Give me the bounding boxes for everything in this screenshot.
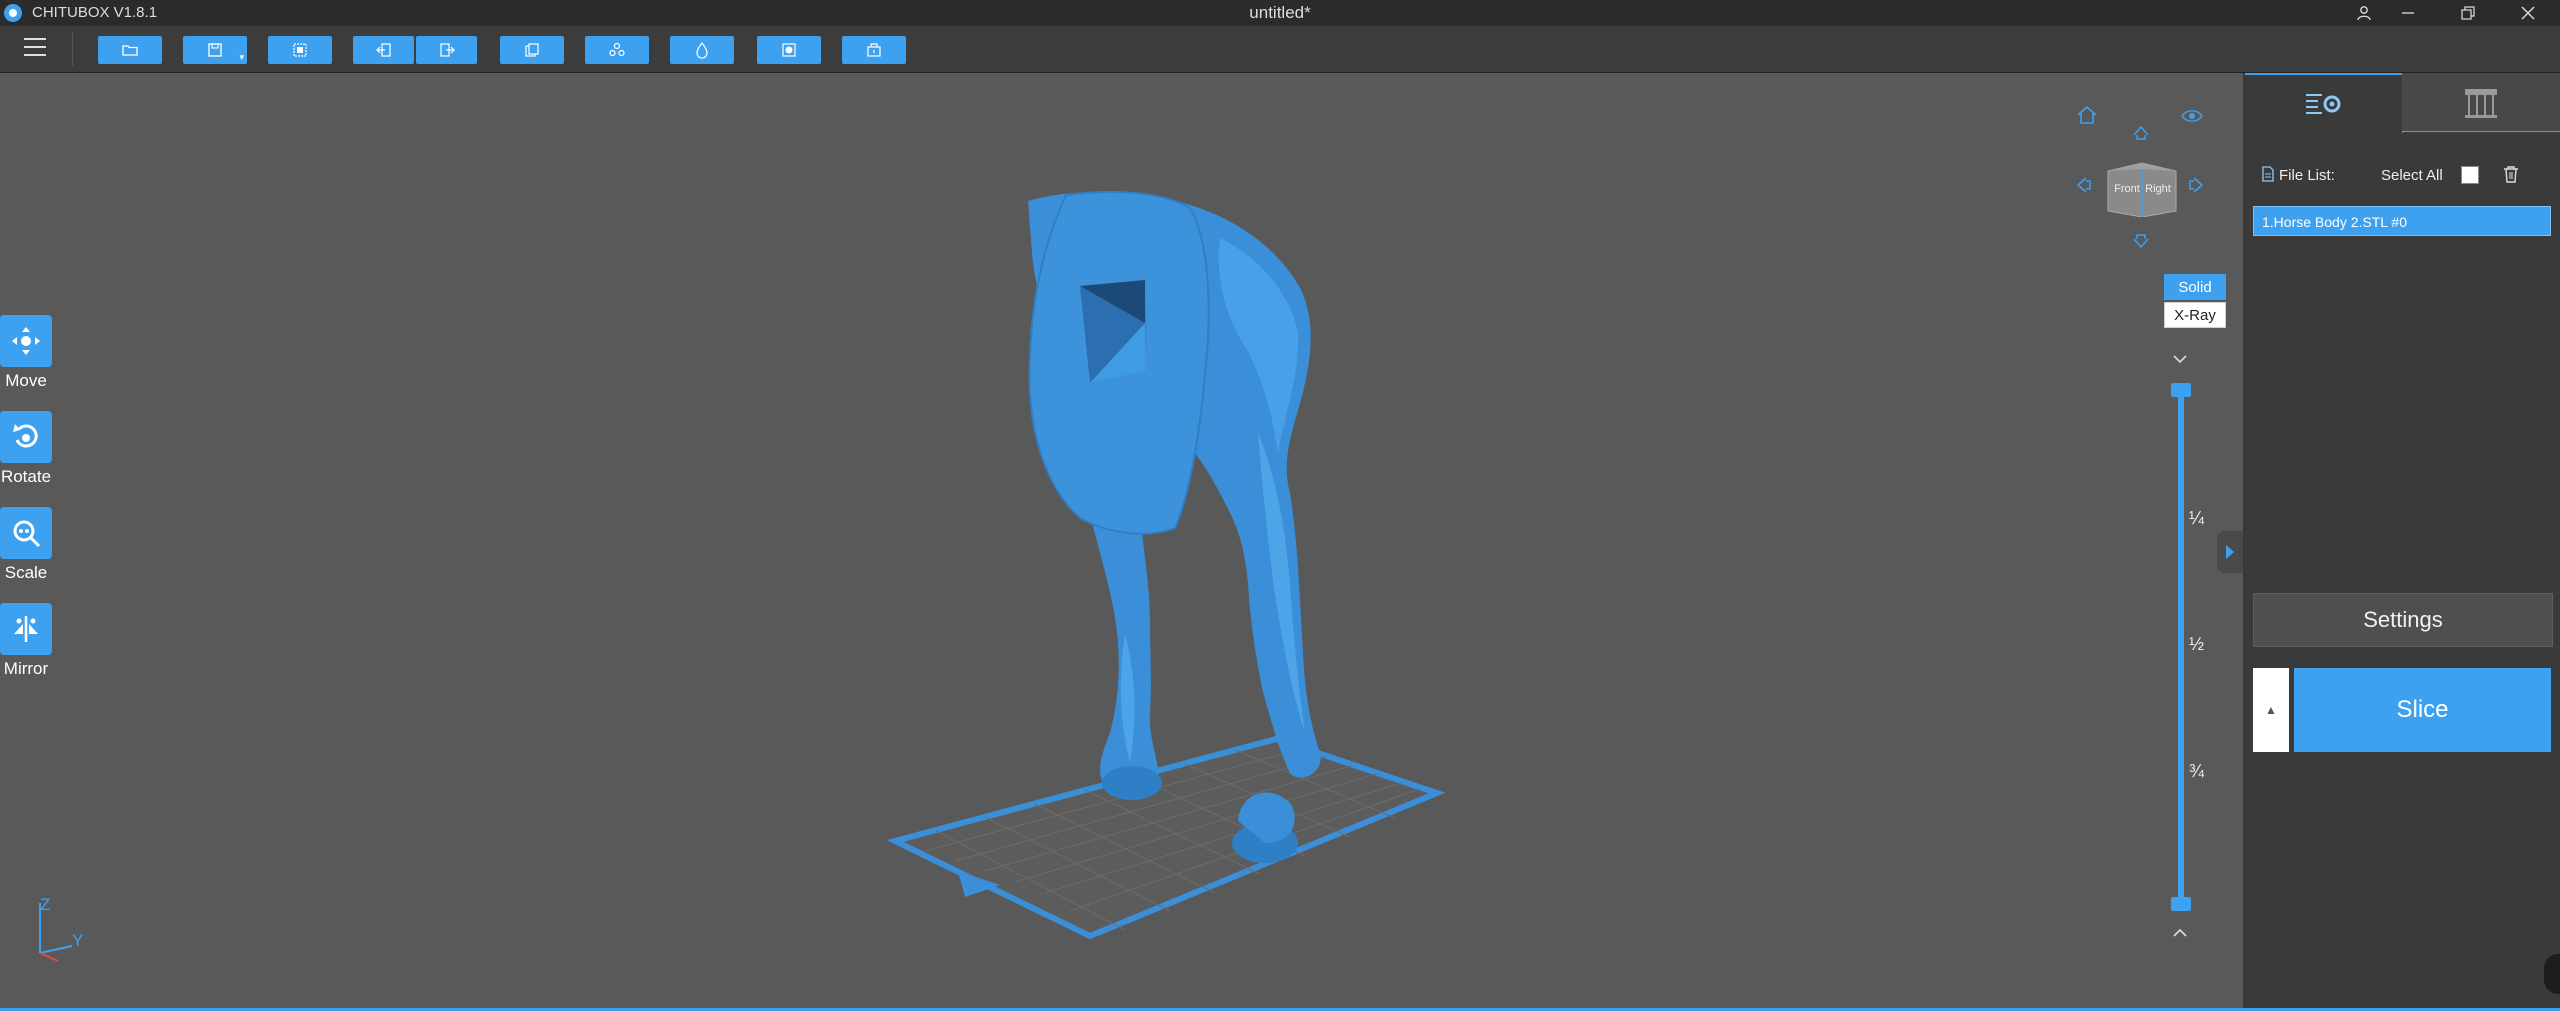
move-tool-label: Move: [5, 371, 47, 390]
mirror-icon[interactable]: [0, 603, 52, 655]
view-cube-right-label[interactable]: Right: [2142, 183, 2174, 195]
axis-z-label: Z: [40, 895, 51, 914]
build-plate: [886, 735, 1446, 940]
file-list-item[interactable]: 1.Horse Body 2.STL #0: [2253, 206, 2551, 236]
view-right-arrow-icon[interactable]: [2186, 174, 2206, 196]
3d-viewport[interactable]: Z Y Front Right: [0, 73, 2243, 1008]
file-list-label: File List:: [2279, 167, 2335, 184]
xray-mode-button[interactable]: X-Ray: [2164, 302, 2226, 328]
scale-tool-label: Scale: [4, 563, 48, 582]
hollow-icon[interactable]: [670, 36, 734, 64]
export-icon[interactable]: [416, 36, 477, 64]
tab-supports[interactable]: [2402, 73, 2560, 132]
move-icon[interactable]: [0, 315, 52, 367]
settings-tab-icon[interactable]: [2304, 89, 2344, 119]
slice-options-button[interactable]: ▲: [2253, 668, 2289, 752]
rotate-icon[interactable]: [0, 411, 52, 463]
chevron-down-icon: ▾: [239, 52, 244, 62]
restore-icon[interactable]: [2446, 0, 2490, 26]
support-tab-icon[interactable]: [2461, 85, 2501, 119]
file-list-icon: [2262, 166, 2274, 182]
view-bottom-arrow-icon[interactable]: [2130, 231, 2152, 251]
scene-canvas[interactable]: [0, 73, 2243, 1008]
layer-slider-top-handle[interactable]: [2171, 383, 2191, 397]
slider-mark-half: ½: [2189, 634, 2205, 654]
layer-slider-track[interactable]: [2178, 391, 2184, 904]
close-icon[interactable]: [2506, 0, 2550, 26]
select-all-label: Select All: [2381, 167, 2443, 184]
select-all-checkbox[interactable]: [2461, 166, 2479, 184]
user-icon[interactable]: [2342, 0, 2386, 26]
drill-icon[interactable]: [757, 36, 821, 64]
arrange-icon[interactable]: [585, 36, 649, 64]
duplicate-icon[interactable]: [500, 36, 564, 64]
right-panel: File List: Select All 1.Horse Body 2.STL…: [2217, 73, 2560, 1008]
move-tool[interactable]: Move: [0, 315, 52, 391]
scale-icon[interactable]: [0, 507, 52, 559]
view-cube[interactable]: Front Right: [2106, 161, 2178, 217]
title-bar: CHITUBOX V1.8.1 untitled*: [0, 0, 2560, 26]
rotate-tool-label: Rotate: [0, 467, 52, 486]
slider-mark-three-quarter: ¾: [2189, 761, 2205, 781]
minimize-icon[interactable]: [2386, 0, 2430, 26]
document-title: untitled*: [1249, 3, 1311, 22]
scale-tool[interactable]: Scale: [0, 507, 52, 583]
select-all-icon[interactable]: [268, 36, 332, 64]
solid-mode-button[interactable]: Solid: [2164, 274, 2226, 300]
main-toolbar: ▾: [0, 26, 2560, 73]
toolbar-divider: [72, 32, 73, 66]
import-icon[interactable]: [353, 36, 414, 64]
settings-button[interactable]: Settings: [2253, 593, 2553, 647]
triangle-up-icon: ▲: [2265, 703, 2277, 717]
rotate-tool[interactable]: Rotate: [0, 411, 52, 487]
play-arrow-icon[interactable]: [2224, 543, 2236, 561]
slice-button[interactable]: Slice: [2294, 668, 2551, 752]
view-top-arrow-icon[interactable]: [2130, 123, 2152, 143]
layer-slider-bottom-handle[interactable]: [2171, 897, 2191, 911]
feedback-chip-icon[interactable]: [2544, 954, 2560, 994]
open-file-icon[interactable]: [98, 36, 162, 64]
trash-icon[interactable]: [2501, 164, 2521, 184]
chevron-down-icon[interactable]: [2170, 352, 2190, 366]
view-cube-front-label[interactable]: Front: [2112, 183, 2142, 195]
visibility-eye-icon[interactable]: [2180, 107, 2204, 125]
home-view-icon[interactable]: [2075, 103, 2099, 127]
hamburger-menu-icon[interactable]: [24, 38, 46, 56]
view-left-arrow-icon[interactable]: [2074, 174, 2094, 196]
slider-mark-quarter: ¼: [2189, 508, 2205, 528]
panel-collapse-button[interactable]: [2217, 531, 2243, 573]
support-box-icon[interactable]: [842, 36, 906, 64]
tab-file-settings[interactable]: [2245, 73, 2403, 133]
chevron-up-icon[interactable]: [2170, 926, 2190, 940]
mirror-tool-label: Mirror: [3, 659, 49, 678]
save-icon[interactable]: ▾: [183, 36, 247, 64]
axis-y-label: Y: [72, 931, 84, 950]
mirror-tool[interactable]: Mirror: [0, 603, 52, 679]
